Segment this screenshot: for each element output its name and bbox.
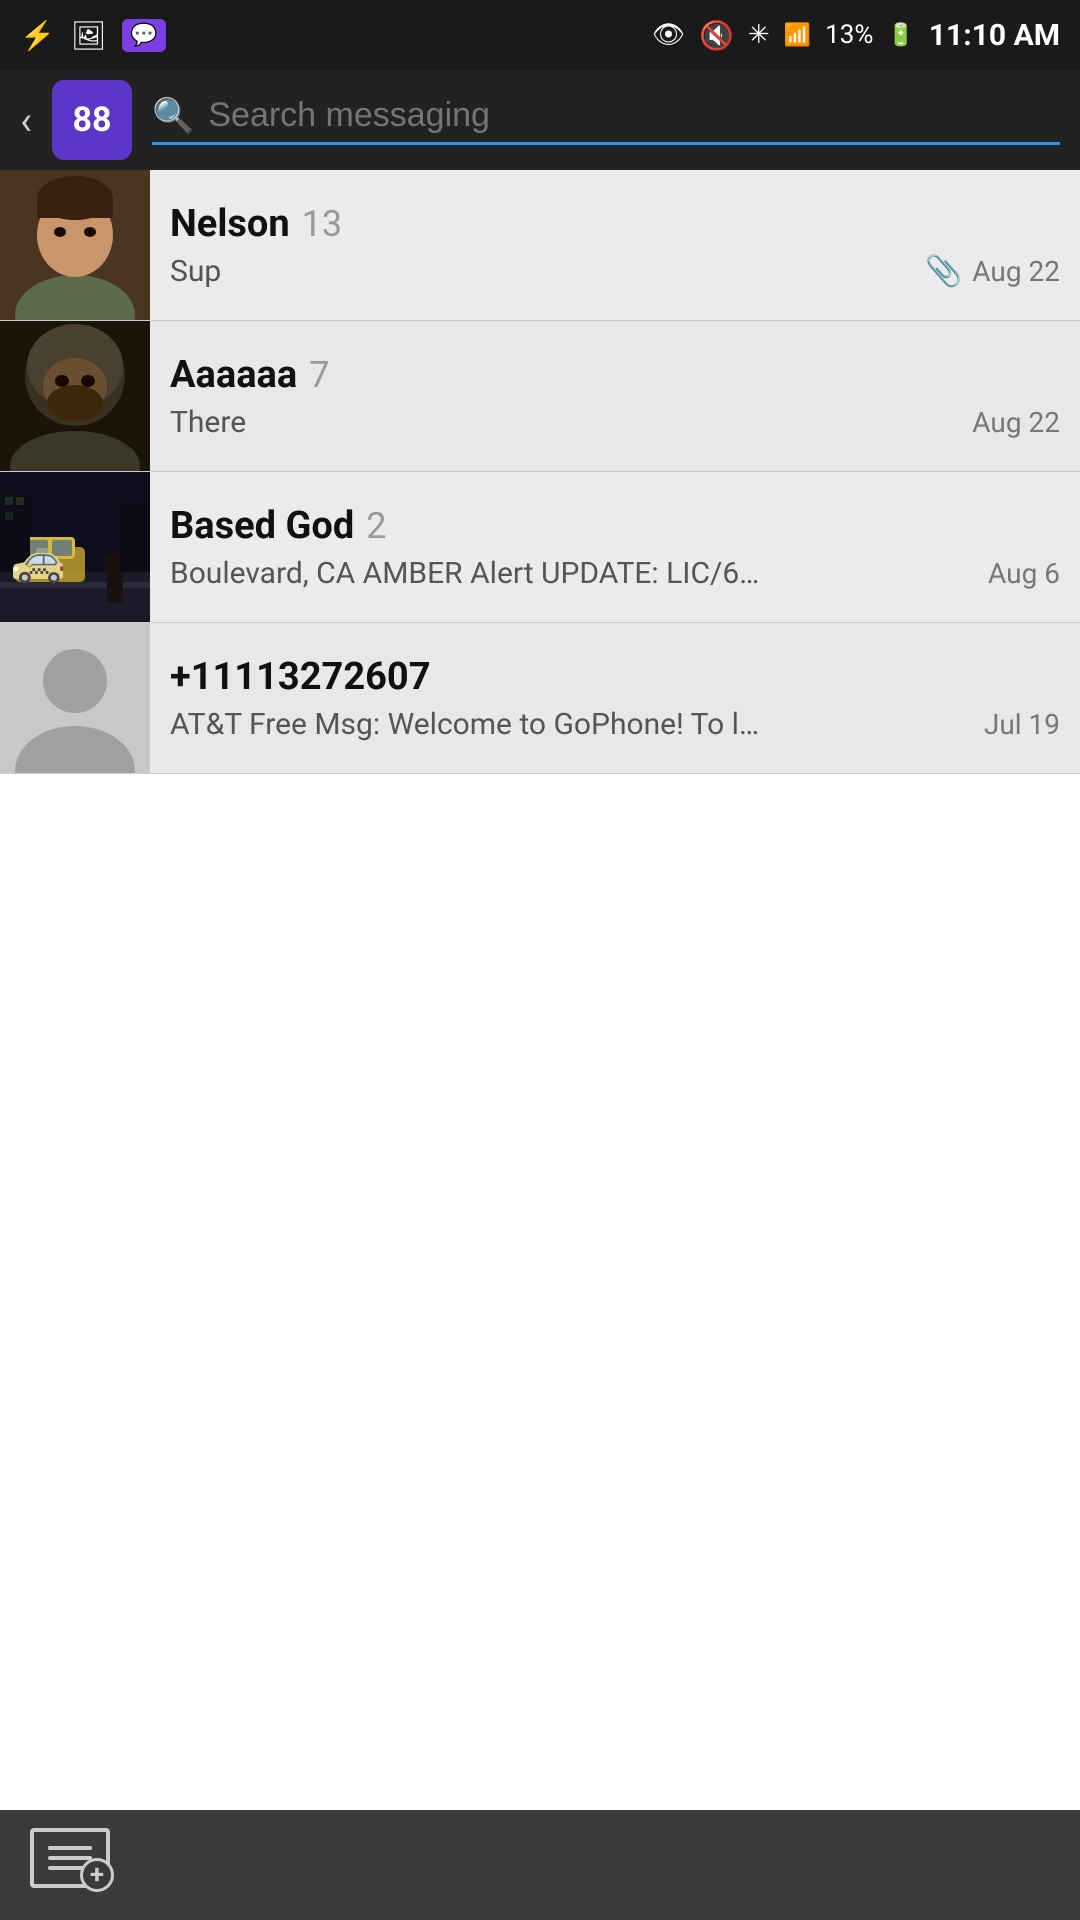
list-item[interactable]: +11113272607 AT&T Free Msg: Welcome to G… [0,623,1080,774]
compose-icon [30,1828,110,1888]
message-date: Jul 19 [984,708,1060,741]
unread-count: 13 [302,203,342,245]
search-bar[interactable]: 🔍 [152,96,1060,145]
list-item[interactable]: Nelson 13 Sup 📎 Aug 22 [0,170,1080,321]
bluetooth-icon: ✳ [748,20,770,50]
conv-bottom: Boulevard, CA AMBER Alert UPDATE: LIC/6…… [170,556,1060,591]
attachment-icon: 📎 [925,254,962,289]
conv-meta: Aug 6 [988,557,1060,590]
list-item[interactable]: Based God 2 Boulevard, CA AMBER Alert UP… [0,472,1080,623]
unread-badge: 88 [52,80,132,160]
message-preview: AT&T Free Msg: Welcome to GoPhone! To l… [170,707,820,742]
mute-icon: 🔇 [699,19,734,52]
back-button[interactable]: ‹ [20,97,32,144]
conv-meta: 📎 Aug 22 [925,254,1060,289]
compose-button[interactable] [30,1828,120,1903]
avatar [0,321,150,471]
battery-icon: 🔋 [887,23,914,48]
contact-name: +11113272607 [170,655,431,699]
conv-top: Based God 2 [170,504,1060,548]
message-date: Aug 22 [972,406,1060,439]
search-input[interactable] [208,96,1060,135]
unread-count: 7 [309,354,329,396]
bottom-bar [0,1810,1080,1920]
conv-top: +11113272607 [170,655,1060,699]
stream-icon: 💬 [122,19,165,52]
conv-bottom: Sup 📎 Aug 22 [170,254,1060,289]
eye-icon: 👁 [652,20,685,50]
message-date: Aug 6 [988,557,1060,590]
message-preview: There [170,405,820,440]
image-icon: 🖼 [71,19,107,52]
contact-name: Nelson [170,202,290,246]
signal-icon: 📶 [784,23,811,48]
status-time: 11:10 AM [929,18,1060,53]
conv-top: Aaaaaa 7 [170,353,1060,397]
list-item[interactable]: Aaaaaa 7 There Aug 22 [0,321,1080,472]
status-bar-right-icons: 👁 🔇 ✳ 📶 13% 🔋 11:10 AM [652,18,1060,53]
message-preview: Sup [170,254,820,289]
conv-bottom: There Aug 22 [170,405,1060,440]
conv-top: Nelson 13 [170,202,1060,246]
conversation-list: Nelson 13 Sup 📎 Aug 22 [0,170,1080,774]
conv-bottom: AT&T Free Msg: Welcome to GoPhone! To l…… [170,707,1060,742]
status-bar-left-icons: ⚡ 🖼 💬 [20,19,166,52]
conversation-content: Nelson 13 Sup 📎 Aug 22 [150,170,1080,320]
conv-meta: Aug 22 [972,406,1060,439]
avatar [0,170,150,320]
message-date: Aug 22 [972,255,1060,288]
conversation-content: Aaaaaa 7 There Aug 22 [150,321,1080,471]
conversation-content: Based God 2 Boulevard, CA AMBER Alert UP… [150,472,1080,622]
conversation-content: +11113272607 AT&T Free Msg: Welcome to G… [150,623,1080,773]
app-header: ‹ 88 🔍 [0,70,1080,170]
battery-level: 13% [825,20,873,50]
avatar [0,472,150,622]
usb-icon: ⚡ [20,19,55,52]
contact-name: Based God [170,504,354,548]
avatar [0,623,150,773]
conv-meta: Jul 19 [984,708,1060,741]
unread-count: 2 [366,505,386,547]
status-bar: ⚡ 🖼 💬 👁 🔇 ✳ 📶 13% 🔋 11:10 AM [0,0,1080,70]
message-preview: Boulevard, CA AMBER Alert UPDATE: LIC/6… [170,556,820,591]
search-icon: 🔍 [152,96,194,136]
contact-name: Aaaaaa [170,353,297,397]
